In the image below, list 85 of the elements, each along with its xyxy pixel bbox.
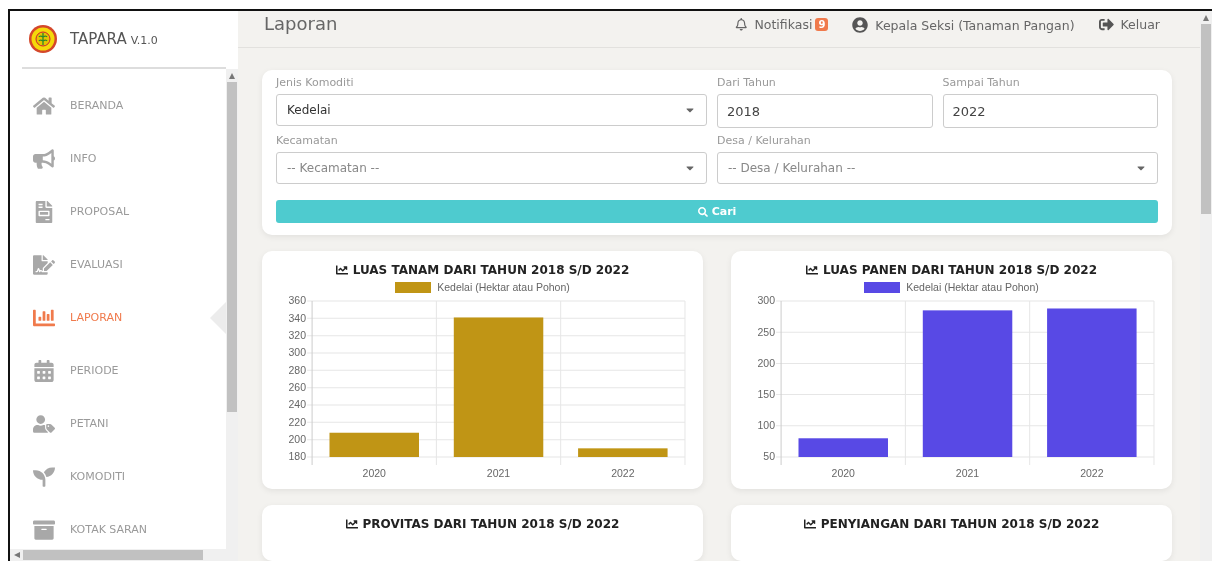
vertical-scrollbar[interactable] — [226, 69, 238, 561]
axis-label: 100 — [757, 419, 776, 432]
nav-label: KOMODITI — [70, 470, 126, 483]
legend-swatch — [864, 281, 901, 293]
axis-label: 220 — [288, 415, 307, 428]
user-icon — [852, 17, 869, 33]
axis-label: 50 — [763, 450, 776, 463]
axis-label: 180 — [288, 450, 307, 463]
axis-label: 2020 — [362, 467, 386, 479]
user-tag-icon — [32, 412, 56, 435]
chart-title: PENYIANGAN DARI TAHUN 2018 S/D 2022 — [741, 517, 1162, 531]
select-field[interactable]: Kedelai — [276, 94, 707, 126]
field-label: Sampai Tahun — [942, 76, 1021, 89]
input-field[interactable]: 2018 — [717, 94, 933, 128]
nav-item[interactable]: PERIODE — [10, 344, 226, 397]
axis-label: 200 — [757, 356, 776, 369]
line-chart-icon — [335, 264, 348, 276]
nav-item[interactable]: EVALUASI — [10, 238, 226, 291]
chart-title: LUAS TANAM DARI TAHUN 2018 S/D 2022 — [272, 263, 693, 277]
nav-label: PETANI — [70, 417, 109, 430]
axis-label: 2022 — [611, 467, 635, 479]
app-name: TAPARA V.1.0 — [70, 30, 158, 48]
home-icon — [32, 94, 56, 117]
line-chart-icon — [803, 518, 816, 530]
select-field[interactable]: -- Kecamatan -- — [276, 152, 707, 184]
axis-label: 300 — [757, 294, 776, 307]
nav-label: INFO — [70, 152, 97, 165]
nav-item[interactable]: PETANI — [10, 397, 226, 450]
axis-label: 150 — [757, 388, 776, 401]
calendar-icon — [32, 359, 56, 382]
axis-label: 240 — [288, 398, 307, 411]
scroll-arrow-icon[interactable] — [228, 72, 236, 80]
legend-swatch — [395, 281, 432, 293]
field-label: Jenis Komoditi — [276, 76, 355, 89]
input-field[interactable]: 2022 — [942, 94, 1158, 128]
scroll-arrow-icon[interactable] — [13, 551, 21, 559]
nav-label: LAPORAN — [70, 311, 123, 324]
nav-item[interactable]: KOTAK SARAN — [10, 503, 226, 549]
logo-icon — [28, 24, 58, 54]
count-badge: 9 — [815, 18, 829, 31]
axis-label: 260 — [288, 381, 307, 394]
nav-item[interactable]: BERANDA — [10, 79, 226, 132]
notification-link[interactable]: Notifikasi 9 — [734, 13, 829, 32]
axis-label: 2022 — [1080, 467, 1104, 479]
nav-label: KOTAK SARAN — [70, 523, 148, 536]
sprout-icon — [32, 465, 56, 488]
select-field[interactable]: -- Desa / Kelurahan -- — [717, 152, 1158, 184]
bell-icon — [734, 18, 748, 31]
field-label: Dari Tahun — [717, 76, 777, 89]
axis-label: 2020 — [831, 467, 855, 479]
axis-label: 2021 — [486, 467, 511, 479]
search-button[interactable]: Cari — [276, 200, 1158, 223]
legend-label: Kedelai (Hektar atau Pohon) — [906, 281, 1039, 293]
axis-label: 320 — [288, 329, 307, 342]
user-link[interactable]: Kepala Seksi (Tanaman Pangan) — [852, 13, 1075, 33]
nav-item[interactable]: KOMODITI — [10, 450, 226, 503]
axis-label: 360 — [288, 294, 307, 307]
line-chart-icon — [345, 518, 358, 530]
nav-label: PERIODE — [70, 364, 119, 377]
axis-label: 200 — [288, 433, 307, 446]
horizontal-scrollbar[interactable] — [10, 549, 226, 561]
chart-title: LUAS PANEN DARI TAHUN 2018 S/D 2022 — [741, 263, 1162, 277]
field-label: Kecamatan — [276, 134, 339, 147]
nav-item[interactable]: INFO — [10, 132, 226, 185]
nav-label: BERANDA — [70, 99, 124, 112]
megaphone-icon — [32, 147, 56, 170]
search-icon — [697, 206, 708, 217]
nav-label: EVALUASI — [70, 258, 123, 271]
chart-title: PROVITAS DARI TAHUN 2018 S/D 2022 — [272, 517, 693, 531]
signature-icon — [32, 253, 56, 276]
axis-label: 250 — [757, 325, 776, 338]
logout-icon — [1098, 17, 1114, 32]
archive-icon — [32, 518, 56, 541]
field-label: Desa / Kelurahan — [717, 134, 812, 147]
legend-label: Kedelai (Hektar atau Pohon) — [437, 281, 570, 293]
axis-label: 280 — [288, 363, 307, 376]
logout-link[interactable]: Keluar — [1098, 13, 1160, 32]
nav-label: PROPOSAL — [70, 205, 130, 218]
axis-label: 340 — [288, 311, 307, 324]
page-title: Laporan — [264, 13, 339, 34]
nav-item[interactable]: PROPOSAL — [10, 185, 226, 238]
axis-label: 300 — [288, 346, 307, 359]
axis-label: 2021 — [955, 467, 980, 479]
line-chart-icon — [806, 264, 818, 276]
scroll-arrow-icon[interactable] — [1202, 14, 1210, 22]
